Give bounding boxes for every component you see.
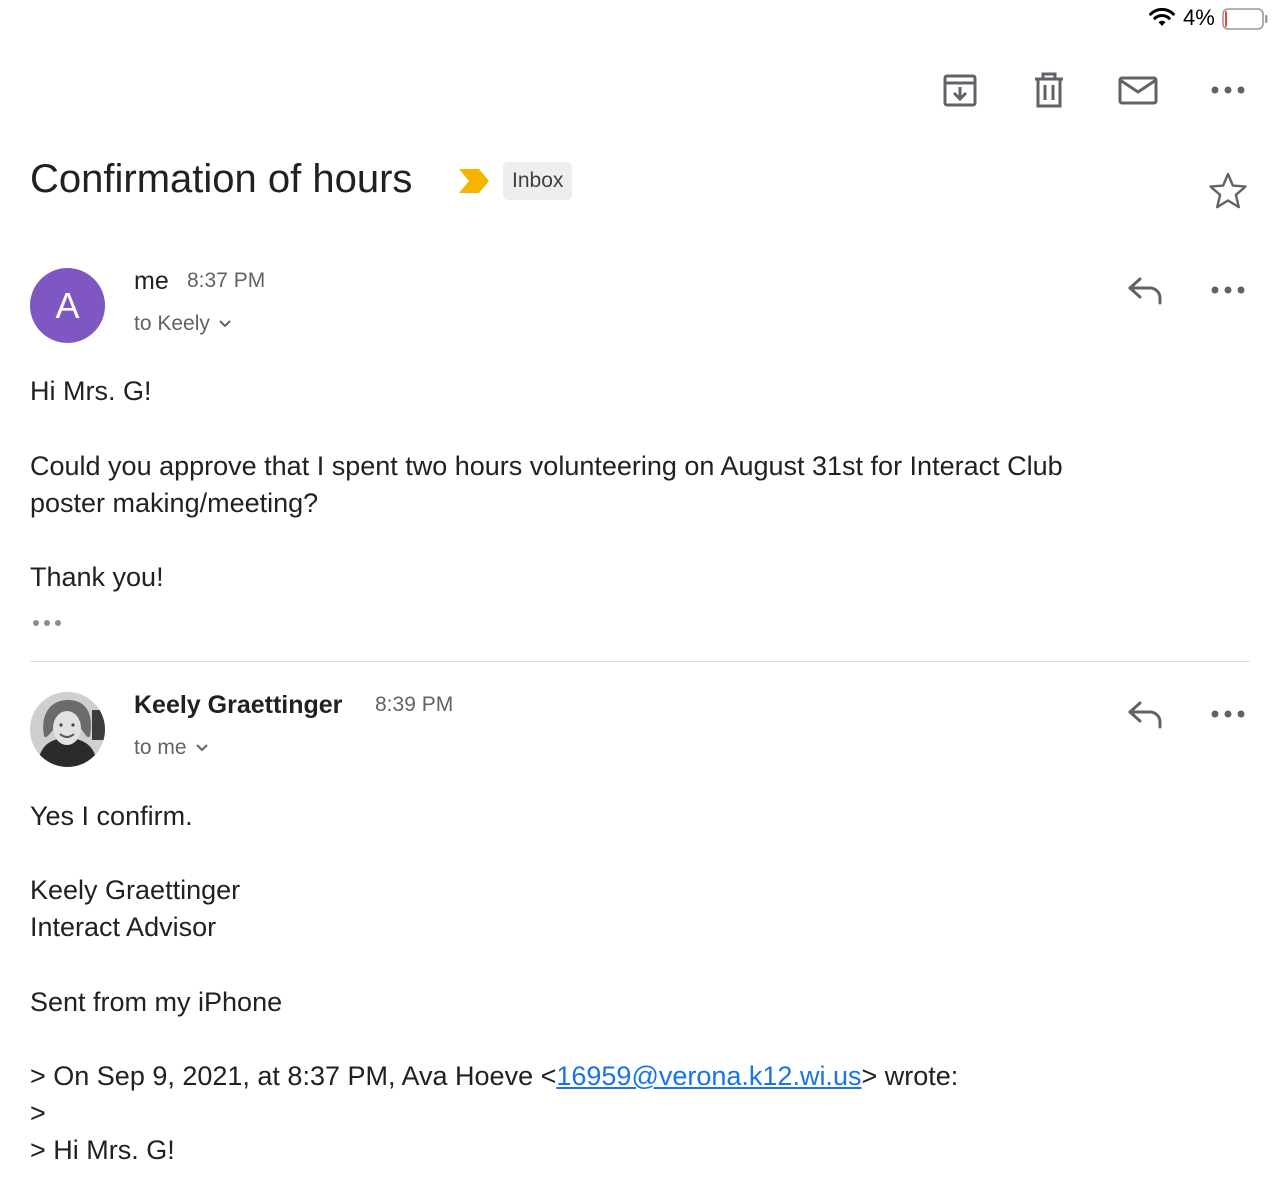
battery-percentage: 4%	[1183, 5, 1215, 30]
recipient-details[interactable]: to Keely	[134, 309, 232, 339]
sender-name: Keely Graettinger	[134, 691, 343, 719]
archive-icon	[943, 74, 977, 107]
battery-icon	[1222, 8, 1268, 30]
recipient-details[interactable]: to me	[134, 733, 209, 763]
archive-button[interactable]	[936, 66, 984, 114]
sent-from-line: Sent from my iPhone	[30, 987, 283, 1017]
mail-icon	[1118, 76, 1158, 105]
message-more-button[interactable]	[1204, 266, 1252, 314]
more-horizontal-icon	[33, 620, 61, 626]
star-icon	[1209, 172, 1247, 209]
quote-prefix: > On Sep 9, 2021, at 8:37 PM, Ava Hoeve …	[30, 1061, 557, 1091]
recipient-text: to Keely	[134, 312, 210, 335]
avatar[interactable]: A	[30, 268, 105, 343]
profile-photo	[30, 692, 105, 767]
sender-name: me	[134, 267, 169, 295]
reply-button[interactable]	[1122, 690, 1170, 738]
message-body-line: Could you approve that I spent two hours…	[30, 451, 1063, 481]
reply-icon	[1128, 277, 1162, 305]
quote-suffix: > wrote:	[861, 1061, 959, 1091]
message-more-button[interactable]	[1204, 690, 1252, 738]
signature-name: Keely Graettinger	[30, 875, 241, 905]
quoted-line: > Hi Mrs. G!	[30, 1135, 175, 1165]
message-time: 8:39 PM	[375, 693, 454, 716]
chevron-down-icon	[195, 744, 208, 752]
reply-button[interactable]	[1122, 266, 1170, 314]
trash-icon	[1035, 72, 1063, 108]
inbox-label-chip[interactable]: Inbox	[503, 162, 573, 200]
importance-marker-icon[interactable]	[457, 167, 491, 195]
message-time: 8:37 PM	[187, 269, 266, 292]
message-greeting: Hi Mrs. G!	[30, 376, 152, 406]
mark-unread-button[interactable]	[1114, 66, 1162, 114]
email-subject: Confirmation of hours	[30, 157, 413, 201]
chevron-down-icon	[219, 320, 231, 328]
wifi-icon	[1149, 8, 1175, 26]
star-button[interactable]	[1205, 168, 1251, 214]
quoted-line: >	[30, 1098, 46, 1128]
avatar[interactable]	[30, 692, 105, 767]
delete-button[interactable]	[1025, 66, 1073, 114]
more-horizontal-icon	[1211, 86, 1245, 94]
more-options-button[interactable]	[1204, 66, 1252, 114]
more-horizontal-icon	[1211, 710, 1245, 718]
status-bar: 4%	[0, 0, 1280, 38]
message-divider	[30, 661, 1250, 662]
more-horizontal-icon	[1211, 286, 1245, 294]
recipient-text: to me	[134, 736, 187, 759]
email-address-link[interactable]: 16959@verona.k12.wi.us	[556, 1061, 861, 1091]
avatar-letter: A	[55, 284, 80, 326]
signature-title: Interact Advisor	[30, 912, 217, 942]
show-trimmed-content-button[interactable]	[30, 616, 68, 640]
message-body-line: poster making/meeting?	[30, 488, 319, 518]
message-body-line: Yes I confirm.	[30, 801, 193, 831]
message-closing: Thank you!	[30, 562, 164, 592]
quoted-header-line: > On Sep 9, 2021, at 8:37 PM, Ava Hoeve …	[30, 1058, 958, 1095]
reply-icon	[1128, 701, 1162, 729]
